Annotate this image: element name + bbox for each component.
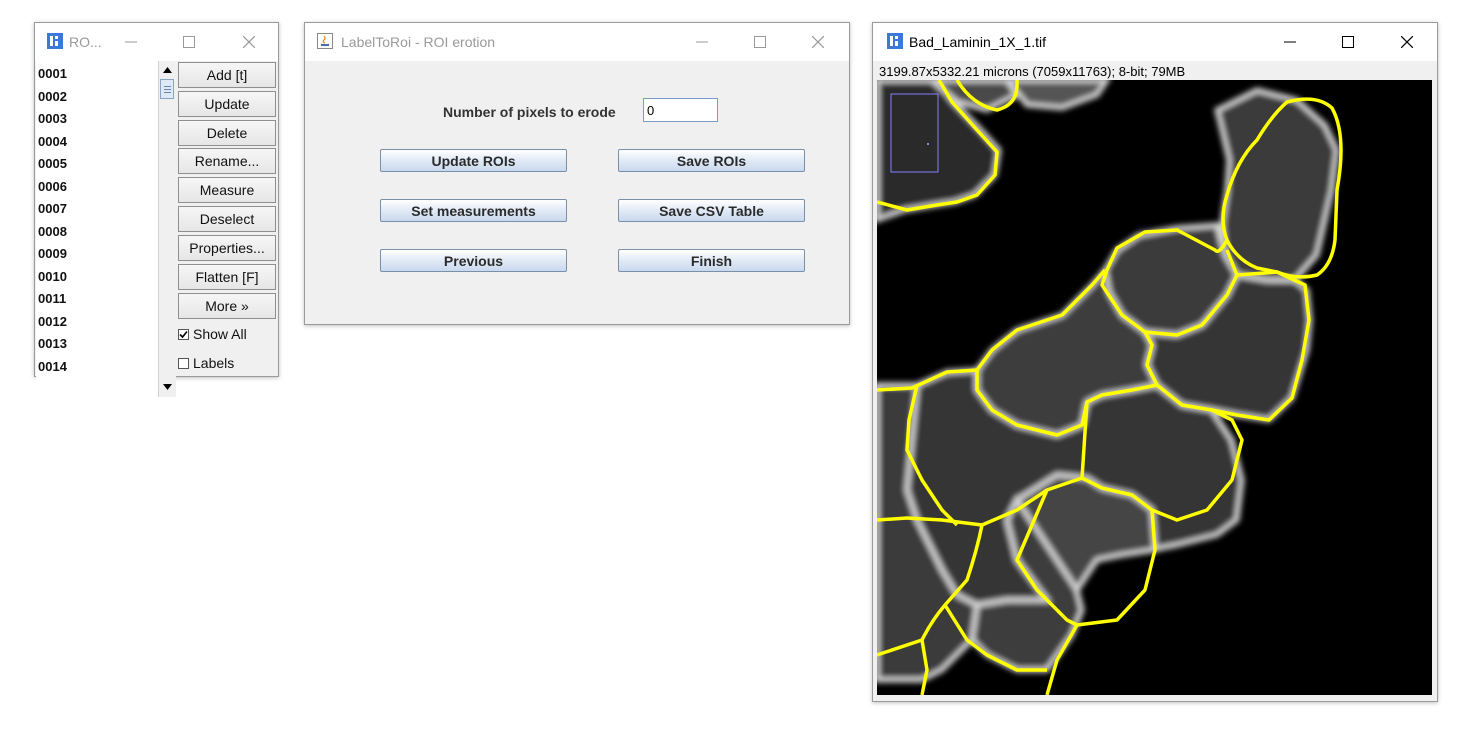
pixels-to-erode-input[interactable]	[643, 98, 718, 122]
measure-button[interactable]: Measure	[178, 177, 276, 203]
roi-list-item[interactable]: 0009	[38, 246, 67, 262]
add-button[interactable]: Add [t]	[178, 62, 276, 88]
roi-list-item[interactable]: 0011	[38, 291, 66, 307]
more-button[interactable]: More »	[178, 293, 276, 319]
image-window-titlebar[interactable]: Bad_Laminin_1X_1.tif	[873, 23, 1437, 61]
erosion-dialog-titlebar[interactable]: LabelToRoi - ROI erotion	[305, 23, 849, 61]
java-icon	[317, 33, 333, 49]
roi-list-item[interactable]: 0002	[38, 89, 67, 105]
minimize-button[interactable]	[108, 23, 154, 61]
roi-list-scrollbar[interactable]	[158, 61, 176, 397]
roi-list-item[interactable]: 0008	[38, 224, 67, 240]
roi-list-item[interactable]: 0013	[38, 336, 67, 352]
set-measurements-button[interactable]: Set measurements	[380, 199, 567, 222]
roi-list-item[interactable]: 0003	[38, 111, 67, 127]
checkbox-checked-icon[interactable]	[178, 328, 189, 340]
imagej-icon	[47, 33, 63, 49]
update-rois-button[interactable]: Update ROIs	[380, 149, 567, 172]
pixels-to-erode-label: Number of pixels to erode	[443, 104, 616, 120]
previous-button[interactable]: Previous	[380, 249, 567, 272]
show-all-checkbox[interactable]: Show All	[178, 325, 247, 343]
image-window-title: Bad_Laminin_1X_1.tif	[909, 34, 1046, 50]
roi-list-item[interactable]: 0007	[38, 201, 67, 217]
save-csv-table-button[interactable]: Save CSV Table	[618, 199, 805, 222]
minimize-button[interactable]	[1267, 23, 1313, 61]
roi-list-item[interactable]: 0004	[38, 134, 67, 150]
roi-manager-title: RO...	[69, 34, 102, 50]
image-canvas[interactable]	[874, 77, 1432, 696]
roi-manager-titlebar[interactable]: RO...	[35, 23, 278, 61]
deselect-button[interactable]: Deselect	[178, 206, 276, 232]
close-button[interactable]	[226, 23, 272, 61]
roi-manager-window: RO... 0001 0002 0003 0004 0005 0006 0007…	[34, 22, 279, 397]
minimize-button[interactable]	[679, 23, 725, 61]
erosion-dialog-title: LabelToRoi - ROI erotion	[341, 34, 496, 50]
selection-marker	[927, 143, 929, 145]
scroll-thumb[interactable]	[160, 79, 174, 99]
save-rois-button[interactable]: Save ROIs	[618, 149, 805, 172]
imagej-icon	[887, 33, 903, 49]
maximize-button[interactable]	[166, 23, 212, 61]
finish-button[interactable]: Finish	[618, 249, 805, 272]
roi-erosion-dialog: LabelToRoi - ROI erotion Number of pixel…	[304, 22, 850, 325]
labels-checkbox[interactable]: Labels	[178, 354, 234, 372]
flatten-button[interactable]: Flatten [F]	[178, 264, 276, 290]
delete-button[interactable]: Delete	[178, 120, 276, 146]
image-window: Bad_Laminin_1X_1.tif 3199.87x5332.21 mic…	[872, 22, 1438, 702]
maximize-button[interactable]	[737, 23, 783, 61]
roi-list-item[interactable]: 0005	[38, 156, 67, 172]
labels-label: Labels	[193, 355, 235, 371]
maximize-button[interactable]	[1325, 23, 1371, 61]
rename-button[interactable]: Rename...	[178, 148, 276, 174]
update-button[interactable]: Update	[178, 91, 276, 117]
microscopy-image[interactable]	[874, 77, 1432, 696]
roi-list-item[interactable]: 0012	[38, 314, 67, 330]
close-button[interactable]	[795, 23, 841, 61]
show-all-label: Show All	[193, 326, 247, 342]
checkbox-unchecked-icon[interactable]	[178, 357, 189, 369]
roi-list-item[interactable]: 0010	[38, 269, 67, 285]
scroll-down-arrow-icon[interactable]	[160, 379, 175, 395]
properties-button[interactable]: Properties...	[178, 235, 276, 261]
roi-list-item[interactable]: 0014	[38, 359, 67, 375]
roi-list[interactable]: 0001 0002 0003 0004 0005 0006 0007 0008 …	[36, 61, 159, 397]
scroll-up-arrow-icon[interactable]	[160, 62, 175, 78]
close-button[interactable]	[1384, 23, 1430, 61]
image-info-bar: 3199.87x5332.21 microns (7059x11763); 8-…	[879, 64, 1186, 79]
roi-list-item[interactable]: 0006	[38, 179, 67, 195]
roi-list-item[interactable]: 0001	[38, 66, 67, 82]
